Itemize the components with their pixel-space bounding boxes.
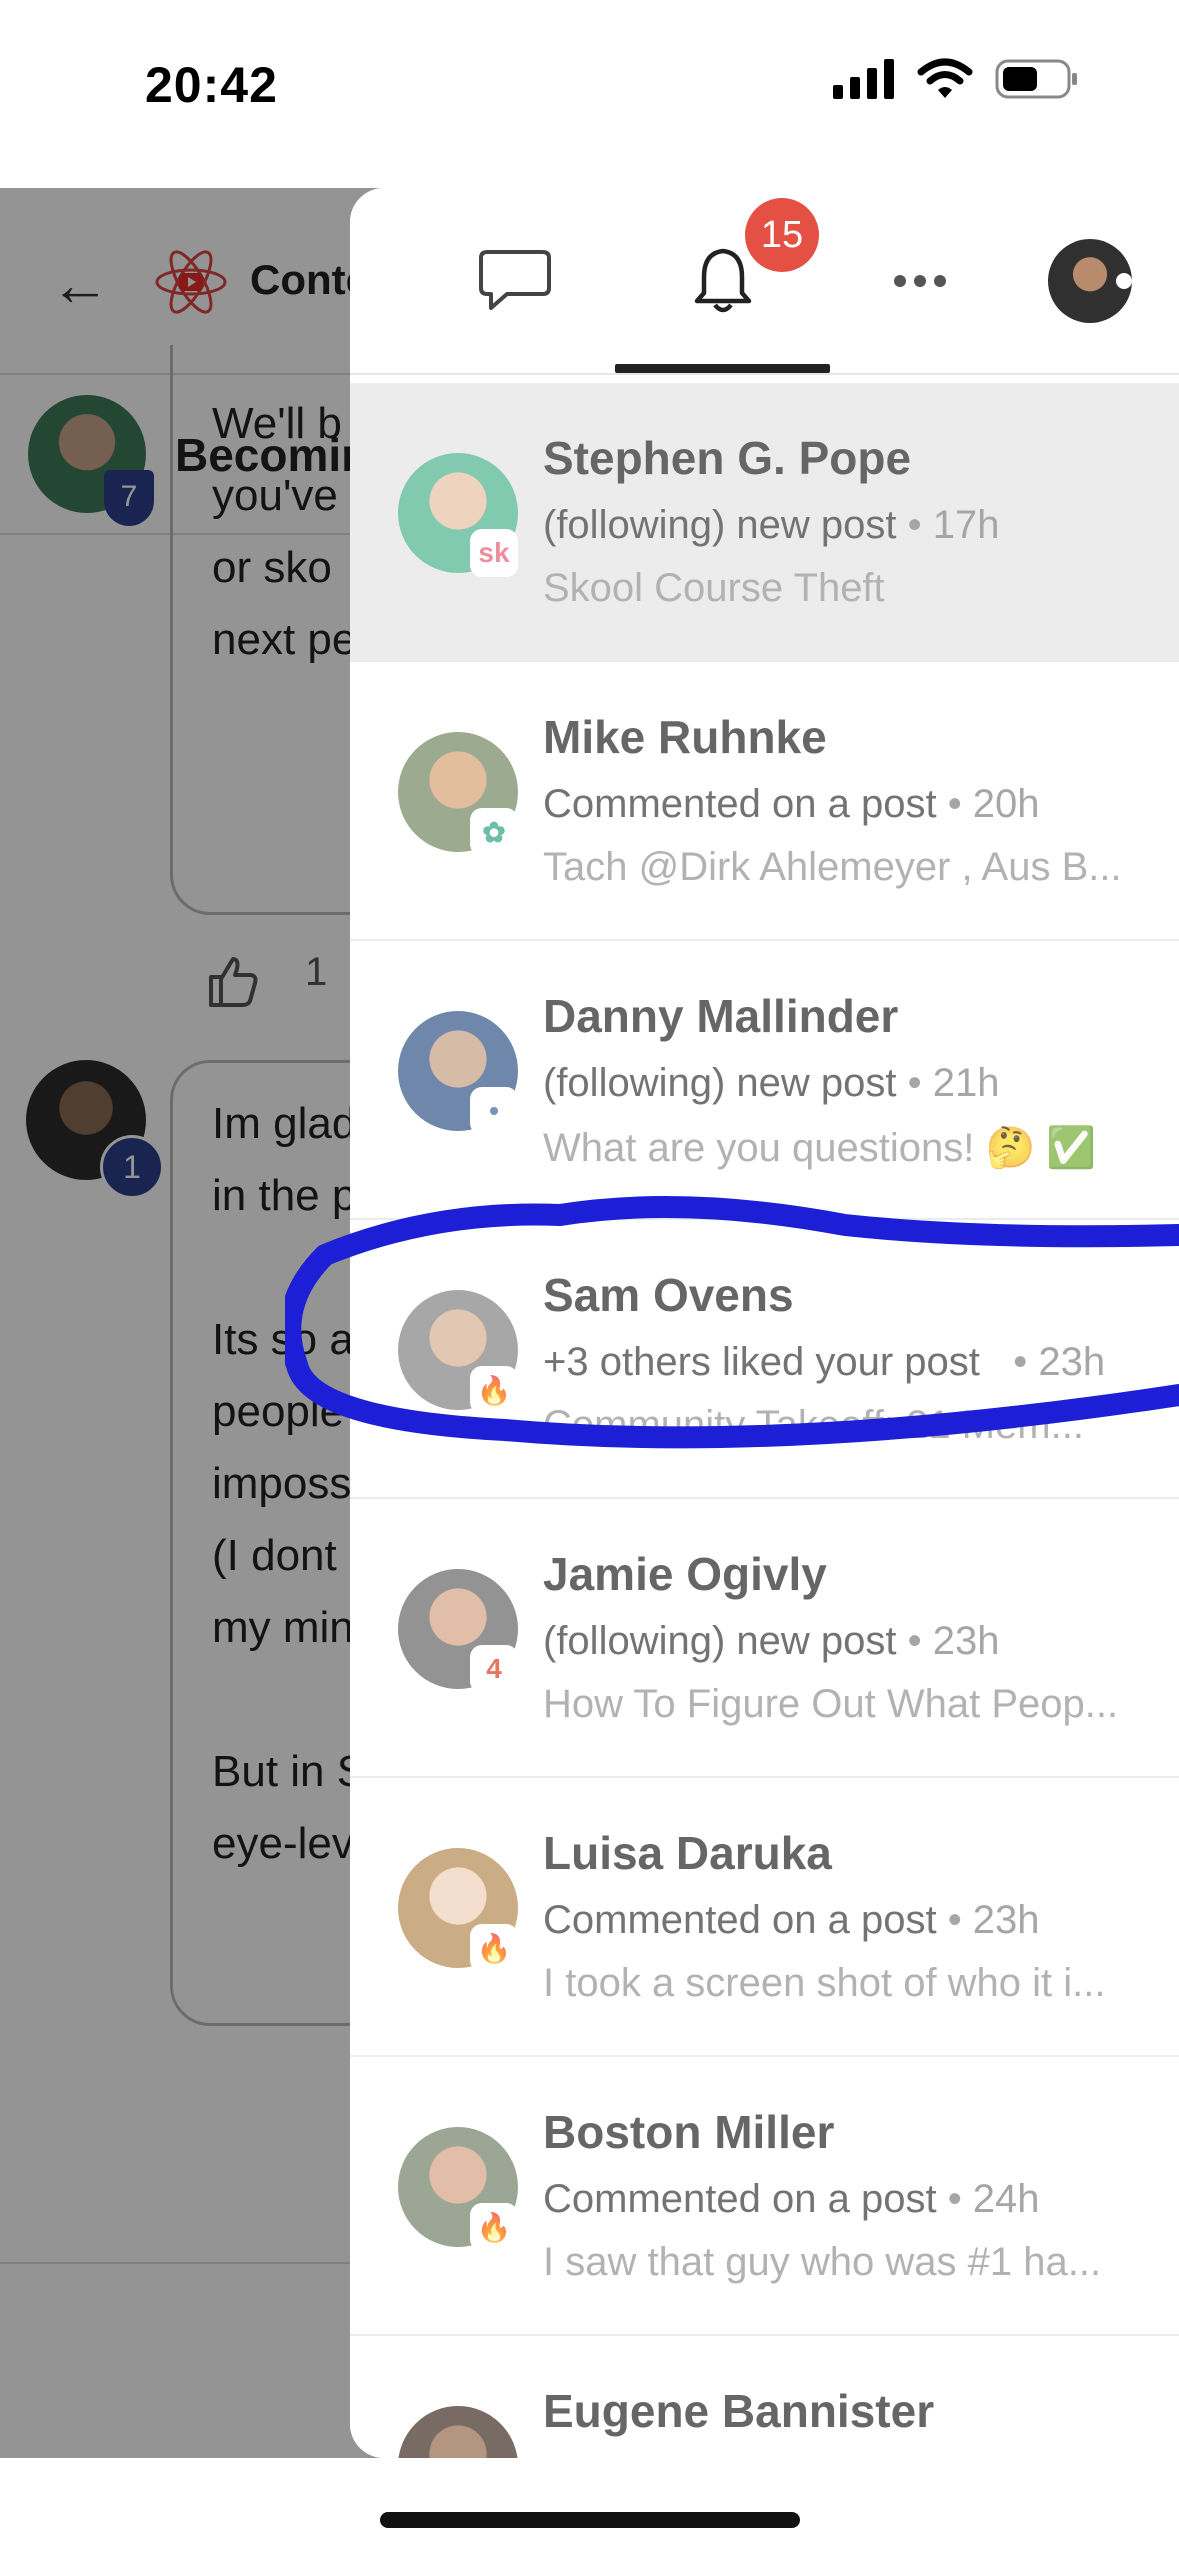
active-tab-indicator — [615, 364, 830, 373]
notification-item[interactable]: • Danny Mallinder (following) new post • 2… — [350, 941, 1179, 1220]
notification-user-name: Luisa Daruka — [543, 1827, 832, 1879]
community-badge-icon: 🔥 — [470, 1924, 518, 1972]
chat-bubble-icon — [479, 249, 551, 310]
hand-drawn-circle-annotation — [285, 1196, 1179, 1449]
notification-action: Commented on a post • 24h — [543, 2177, 1040, 2222]
notification-action-text: Commented on a post — [543, 2177, 937, 2221]
notification-action: Commented on a post • 23h — [543, 1898, 1040, 1943]
notification-item[interactable]: Eugene Bannister — [350, 2336, 1179, 2458]
tab-chats[interactable] — [445, 188, 585, 373]
notification-action: (following) new post • 21h — [543, 1061, 999, 1106]
community-badge-icon: 4 — [470, 1645, 518, 1693]
notification-item[interactable]: sk Stephen G. Pope (following) new post • … — [350, 383, 1179, 662]
wifi-icon — [917, 58, 973, 98]
notification-preview: I took a screen shot of who it i... — [543, 1961, 1106, 2005]
more-dots-icon — [894, 274, 946, 287]
notification-preview: Skool Course Theft — [543, 566, 885, 610]
profile-avatar — [1048, 238, 1132, 323]
notification-time: • 24h — [947, 2177, 1040, 2221]
status-bar: 20:42 — [0, 0, 1179, 180]
tab-more[interactable] — [850, 188, 990, 373]
notification-time: • 20h — [947, 782, 1040, 826]
home-indicator[interactable] — [380, 2512, 800, 2528]
notification-user-name: Jamie Ogivly — [543, 1548, 827, 1600]
notification-time: • 23h — [907, 1619, 1000, 1663]
notification-user-name: Boston Miller — [543, 2106, 835, 2158]
notification-action: (following) new post • 17h — [543, 503, 999, 548]
notification-user-name: Stephen G. Pope — [543, 432, 912, 484]
notification-preview: I saw that guy who was #1 ha... — [543, 2240, 1102, 2284]
notification-item[interactable]: 4 Jamie Ogivly (following) new post • 23h H… — [350, 1499, 1179, 1778]
notification-action-text: Commented on a post — [543, 1898, 937, 1942]
notification-action: Commented on a post • 20h — [543, 782, 1040, 827]
community-badge-icon: 🔥 — [470, 2203, 518, 2251]
notification-action-text: Commented on a post — [543, 782, 937, 826]
status-icons — [833, 58, 1079, 100]
notification-user-name: Eugene Bannister — [543, 2385, 935, 2437]
notification-item[interactable]: 🔥 Luisa Daruka Commented on a post • 23h I … — [350, 1778, 1179, 2057]
notification-time: • 23h — [947, 1898, 1040, 1942]
notification-preview: How To Figure Out What Peop... — [543, 1682, 1119, 1726]
notification-item[interactable]: ✿ Mike Ruhnke Commented on a post • 20h Tac… — [350, 662, 1179, 941]
tab-profile[interactable] — [1020, 188, 1160, 373]
cellular-signal-icon — [833, 59, 894, 99]
bell-icon — [694, 248, 751, 312]
notification-action-text: (following) new post — [543, 1619, 897, 1663]
notification-action: (following) new post • 23h — [543, 1619, 999, 1664]
notification-preview: What are you questions! 🤔 ✅ — [543, 1126, 1097, 1170]
online-indicator — [1116, 272, 1132, 289]
notification-count-badge: 15 — [745, 198, 819, 272]
community-badge-icon: ✿ — [470, 808, 518, 856]
community-badge-icon: sk — [470, 529, 518, 577]
notification-action-text: (following) new post — [543, 1061, 897, 1105]
notification-preview: Tach @Dirk Ahlemeyer , Aus B... — [543, 845, 1122, 889]
notification-time: • 17h — [907, 503, 1000, 547]
notification-user-name: Mike Ruhnke — [543, 711, 827, 763]
notification-user-name: Danny Mallinder — [543, 990, 899, 1042]
panel-tab-bar: 15 — [350, 188, 1179, 375]
notification-action-text: (following) new post — [543, 503, 897, 547]
community-badge-icon: • — [470, 1087, 518, 1135]
notification-item[interactable]: 🔥 Boston Miller Commented on a post • 24h I… — [350, 2057, 1179, 2336]
battery-icon — [995, 59, 1077, 99]
notification-time: • 21h — [907, 1061, 1000, 1105]
user-avatar[interactable] — [398, 2406, 518, 2458]
status-time: 20:42 — [145, 57, 278, 113]
